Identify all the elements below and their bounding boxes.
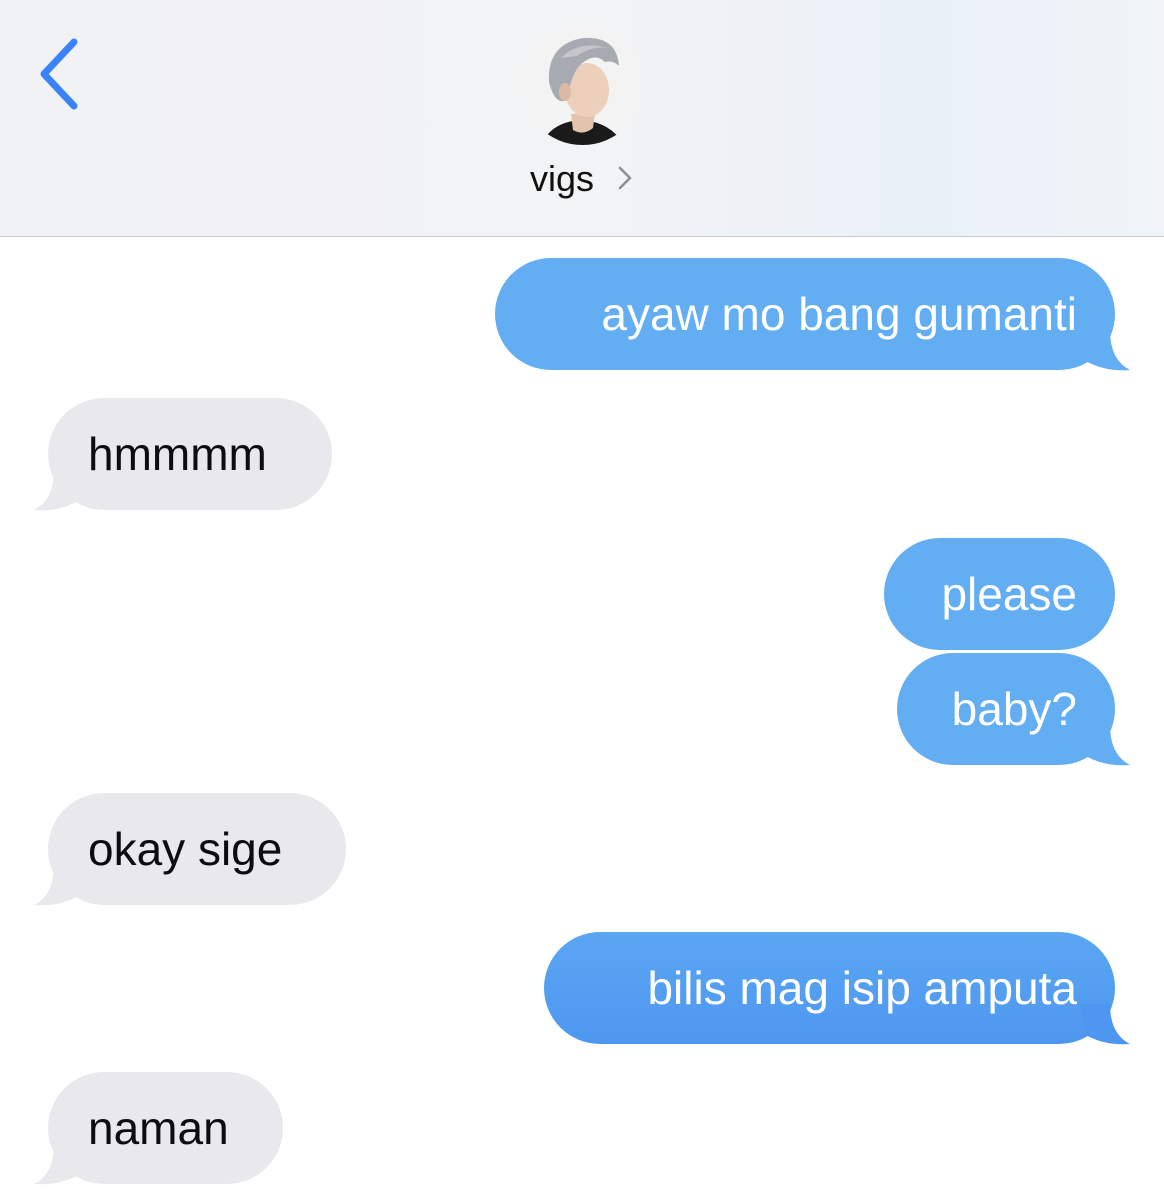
contact-name-button[interactable]: vigs [0,158,1164,200]
message-bubble-sent[interactable]: please [884,538,1115,650]
avatar[interactable] [521,22,644,145]
message-bubble-sent[interactable]: baby? [897,653,1115,765]
message-text: hmmmm [88,428,267,480]
message-text: naman [88,1102,229,1154]
chevron-left-icon [40,38,78,110]
chevron-right-icon [618,167,632,190]
message-bubble-received[interactable]: naman [48,1072,283,1184]
message-bubble-received[interactable]: hmmmm [48,398,332,510]
messages-screen: vigs ayaw mo bang gumanti hmmmm please b… [0,0,1164,1200]
message-text: please [941,568,1077,620]
message-text: ayaw mo bang gumanti [601,288,1077,340]
back-button[interactable] [30,34,90,114]
contact-photo [521,22,644,145]
message-bubble-sent[interactable]: ayaw mo bang gumanti [495,258,1115,370]
message-text: baby? [951,683,1077,735]
conversation-header: vigs [0,0,1164,237]
message-text: okay sige [88,823,283,875]
message-bubble-received[interactable]: okay sige [48,793,346,905]
contact-name: vigs [529,158,594,199]
message-text: bilis mag isip amputa [647,962,1077,1014]
message-bubble-sent[interactable]: bilis mag isip amputa [544,932,1115,1044]
